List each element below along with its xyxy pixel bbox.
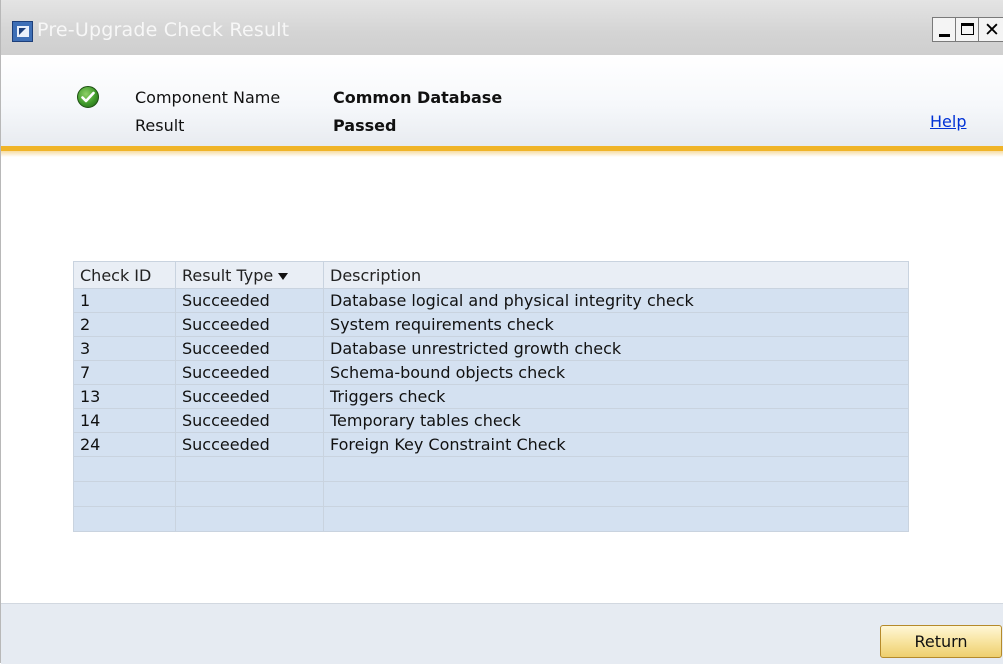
table-row[interactable]: 24 Succeeded Foreign Key Constraint Check	[73, 432, 909, 457]
minimize-icon	[939, 34, 950, 37]
check-id-cell: 1	[73, 288, 176, 313]
empty-table-row	[73, 456, 909, 482]
app-icon	[12, 21, 33, 42]
maximize-icon	[961, 23, 974, 35]
result-type-cell: Succeeded	[175, 432, 324, 457]
column-header-result-type[interactable]: Result Type	[175, 261, 324, 289]
result-type-cell: Succeeded	[175, 408, 324, 433]
result-type-cell: Succeeded	[175, 288, 324, 313]
empty-cell	[73, 456, 176, 482]
result-type-cell: Succeeded	[175, 312, 324, 337]
description-cell: Schema-bound objects check	[323, 360, 909, 385]
description-cell: Triggers check	[323, 384, 909, 409]
column-header-check-id[interactable]: Check ID	[73, 261, 176, 289]
check-id-cell: 14	[73, 408, 176, 433]
result-type-cell: Succeeded	[175, 336, 324, 361]
help-link[interactable]: Help	[930, 112, 966, 131]
column-header-result-type-label: Result Type	[182, 265, 274, 285]
table-header-row: Check ID Result Type Description	[73, 261, 909, 289]
table-row[interactable]: 13 Succeeded Triggers check	[73, 384, 909, 409]
table-row[interactable]: 2 Succeeded System requirements check	[73, 312, 909, 337]
description-cell: Database unrestricted growth check	[323, 336, 909, 361]
empty-cell	[323, 481, 909, 507]
check-id-cell: 7	[73, 360, 176, 385]
description-cell: Foreign Key Constraint Check	[323, 432, 909, 457]
empty-cell	[323, 506, 909, 532]
check-id-cell: 3	[73, 336, 176, 361]
empty-cell	[175, 481, 324, 507]
result-label: Result	[135, 116, 185, 135]
component-name-label: Component Name	[135, 88, 281, 107]
dialog-window: Pre-Upgrade Check Result ✕ Component Nam…	[0, 0, 1003, 664]
check-results-table: Check ID Result Type Description 1 Succee…	[73, 261, 909, 532]
empty-table-row	[73, 481, 909, 507]
window-title: Pre-Upgrade Check Result	[37, 19, 290, 41]
close-icon: ✕	[984, 19, 1000, 41]
empty-cell	[175, 506, 324, 532]
result-type-cell: Succeeded	[175, 360, 324, 385]
table-row[interactable]: 1 Succeeded Database logical and physical …	[73, 288, 909, 313]
footer-bar	[1, 603, 1003, 664]
close-button[interactable]: ✕	[978, 17, 1003, 42]
description-cell: Database logical and physical integrity …	[323, 288, 909, 313]
description-cell: Temporary tables check	[323, 408, 909, 433]
check-id-cell: 13	[73, 384, 176, 409]
title-bar[interactable]: Pre-Upgrade Check Result ✕	[1, 0, 1003, 55]
accent-divider-fade	[1, 151, 1003, 157]
component-name-value: Common Database	[333, 88, 503, 107]
table-row[interactable]: 7 Succeeded Schema-bound objects check	[73, 360, 909, 385]
return-button[interactable]: Return	[880, 625, 1002, 658]
result-type-cell: Succeeded	[175, 384, 324, 409]
empty-cell	[73, 481, 176, 507]
sort-descending-icon[interactable]	[278, 272, 289, 280]
maximize-button[interactable]	[955, 17, 980, 42]
check-id-cell: 2	[73, 312, 176, 337]
empty-cell	[73, 506, 176, 532]
table-row[interactable]: 14 Succeeded Temporary tables check	[73, 408, 909, 433]
empty-cell	[323, 456, 909, 482]
result-value: Passed	[333, 116, 397, 135]
description-cell: System requirements check	[323, 312, 909, 337]
table-row[interactable]: 3 Succeeded Database unrestricted growth c…	[73, 336, 909, 361]
check-circle-icon	[77, 86, 99, 108]
check-id-cell: 24	[73, 432, 176, 457]
minimize-button[interactable]	[932, 17, 957, 42]
empty-cell	[175, 456, 324, 482]
column-header-description[interactable]: Description	[323, 261, 909, 289]
empty-table-row	[73, 506, 909, 532]
